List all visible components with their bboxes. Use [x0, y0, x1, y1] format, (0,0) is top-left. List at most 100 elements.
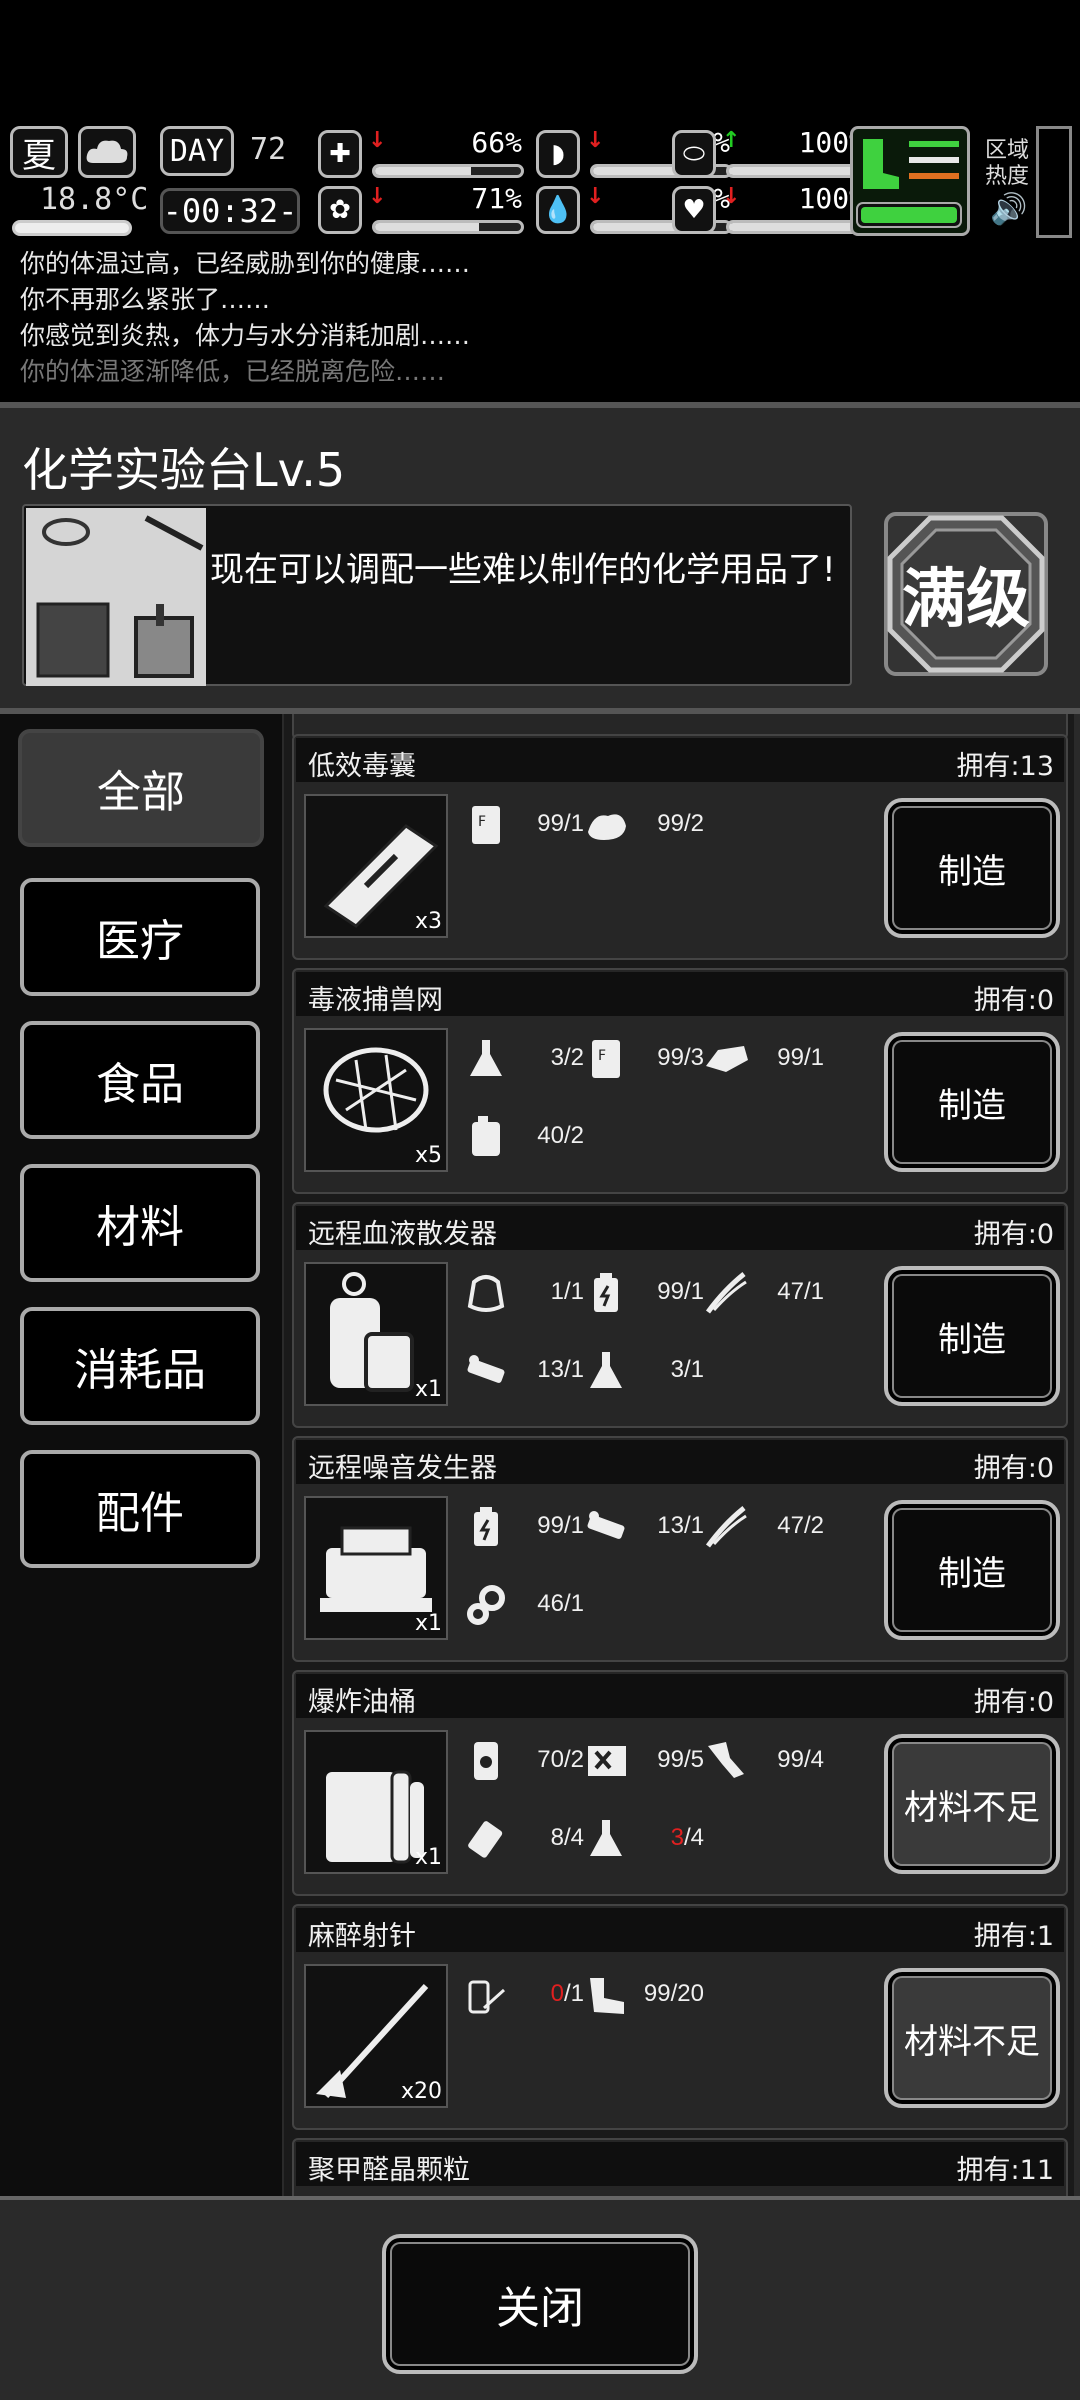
- day-label: DAY: [160, 126, 234, 176]
- yield-quantity: x3: [414, 909, 442, 934]
- flour-bag-icon: F: [464, 802, 508, 848]
- category-tab[interactable]: 配件: [20, 1449, 260, 1568]
- material-requirement: F 99/3: [584, 1034, 704, 1084]
- material-requirement: 0/1: [464, 1970, 584, 2020]
- glue-icon: [704, 1738, 748, 1784]
- pipe-icon: [584, 1972, 628, 2018]
- message-log: 你的体温过高，已经威胁到你的健康…… 你不再那么紧张了…… 你感觉到炎热，体力与…: [20, 246, 1060, 390]
- material-requirement: 3/1: [584, 1346, 704, 1396]
- material-count: 13/1: [537, 1356, 584, 1383]
- material-count: 47/2: [777, 1512, 824, 1539]
- material-count: 13/1: [657, 1512, 704, 1539]
- material-count: 47/1: [777, 1278, 824, 1305]
- wire-icon: [704, 1504, 748, 1550]
- recipe-header: 毒液捕兽网 拥有:0: [296, 972, 1064, 1016]
- heart-icon: ♥: [672, 186, 716, 234]
- material-count: 40/2: [537, 1122, 584, 1149]
- craft-button[interactable]: 材料不足: [884, 1734, 1060, 1874]
- material-count: 70/2: [537, 1746, 584, 1773]
- svg-text:F: F: [478, 814, 486, 830]
- material-requirement: 3/4: [584, 1814, 704, 1864]
- water-drop-icon: 💧: [536, 186, 580, 234]
- circuit-parts-icon: [584, 1504, 628, 1550]
- log-line: 你不再那么紧张了……: [20, 285, 271, 314]
- day-number: 72: [250, 132, 287, 167]
- recipe-list[interactable]: 低效毒囊 拥有:13 x3 F 99/1 99/2 制造 毒液捕兽网 拥有:0 x5 3/2 F 99/…: [284, 714, 1074, 2200]
- craft-button[interactable]: 制造: [884, 798, 1060, 938]
- craft-button[interactable]: 制造: [884, 1266, 1060, 1406]
- material-count: 99/20: [643, 1980, 704, 2007]
- category-tab[interactable]: 全部: [18, 729, 264, 848]
- rag-icon: [704, 1036, 748, 1082]
- category-tab[interactable]: 消耗品: [20, 1306, 260, 1425]
- material-count: 99/3: [657, 1044, 704, 1071]
- flour-bag-icon: F: [584, 1036, 628, 1082]
- stomach-icon: ◗: [536, 130, 580, 178]
- stat-bar: [372, 164, 524, 178]
- recipe-card: 远程噪音发生器 拥有:0 x1 99/1 13/1 47/2 46/1 制造: [292, 1436, 1068, 1662]
- recipe-header: 低效毒囊 拥有:13: [296, 738, 1064, 782]
- speaker-icon[interactable]: 🔊: [990, 192, 1027, 227]
- temperature-readout: 18.8°C: [40, 182, 149, 217]
- owned-count: 拥有:13: [956, 751, 1054, 782]
- oil-barrel-icon: [464, 1738, 508, 1784]
- recipe-card: 毒液捕兽网 拥有:0 x5 3/2 F 99/3 99/1 40/2 制造: [292, 968, 1068, 1194]
- recipe-header: 麻醉射针 拥有:1: [296, 1908, 1064, 1952]
- material-count: 8/4: [550, 1824, 584, 1851]
- trend-arrow: ↓: [722, 184, 741, 209]
- material-count: 3/1: [670, 1356, 704, 1383]
- material-requirement: 99/4: [704, 1736, 824, 1786]
- flask-icon: [464, 1036, 508, 1082]
- vital-stat: ♥ ↓ 100%: [672, 182, 872, 238]
- recipe-name: 聚甲醛晶颗粒: [308, 2155, 470, 2186]
- capsule-icon: ⬭: [672, 130, 716, 178]
- material-requirement: 47/1: [704, 1268, 824, 1318]
- cloud-icon: [78, 126, 136, 178]
- stat-bar-fill: [593, 167, 675, 175]
- material-count: 99/5: [657, 1746, 704, 1773]
- craft-button[interactable]: 制造: [884, 1500, 1060, 1640]
- material-requirement: 46/1: [464, 1580, 584, 1630]
- recipe-name: 麻醉射针: [308, 1921, 416, 1952]
- bottom-bar: 关闭: [0, 2196, 1080, 2400]
- battery-icon: [464, 1504, 508, 1550]
- jerrycan-icon: [464, 1114, 508, 1160]
- circuit-parts-icon: [464, 1348, 508, 1394]
- material-requirement: 99/20: [584, 1970, 704, 2020]
- recipe-name: 毒液捕兽网: [308, 985, 443, 1016]
- stamina-icon: [850, 126, 970, 236]
- crafting-panel: 化学实验台Lv.5 现在可以调配一些难以制作的化学用品了! 满级 全部 医疗 食品材…: [0, 402, 1080, 2400]
- material-count: 99/4: [777, 1746, 824, 1773]
- craft-button[interactable]: 制造: [884, 1032, 1060, 1172]
- material-requirement: 99/1: [704, 1034, 824, 1084]
- category-tab[interactable]: 医疗: [20, 878, 260, 997]
- material-requirement: 99/1: [584, 1268, 704, 1318]
- stat-bar: [726, 164, 868, 178]
- season-label: 夏: [22, 135, 56, 176]
- material-requirement: 47/2: [704, 1502, 824, 1552]
- material-requirement: 8/4: [464, 1814, 584, 1864]
- syringe-vial-icon: [464, 1972, 508, 2018]
- cloth-icon: [584, 802, 628, 848]
- thermometer-bar: [12, 220, 132, 236]
- trend-arrow: ↓: [586, 184, 605, 209]
- material-count: 3/2: [550, 1044, 584, 1071]
- category-tab[interactable]: 材料: [20, 1163, 260, 1282]
- gears-icon: [464, 1582, 508, 1628]
- material-count: 99/1: [537, 810, 584, 837]
- material-requirement: F 99/1: [464, 800, 584, 850]
- yield-quantity: x1: [414, 1845, 442, 1870]
- stat-value: 66%: [471, 126, 522, 159]
- craft-button[interactable]: 材料不足: [884, 1968, 1060, 2108]
- material-count: 99/2: [657, 810, 704, 837]
- trend-arrow: ↓: [368, 184, 387, 209]
- game-clock: -00:32-: [160, 188, 300, 234]
- category-tab[interactable]: 食品: [20, 1021, 260, 1140]
- material-requirement: 1/1: [464, 1268, 584, 1318]
- close-button[interactable]: 关闭: [382, 2234, 698, 2374]
- material-requirement: 13/1: [584, 1502, 704, 1552]
- pouch-icon: [464, 1270, 508, 1316]
- recipe-item-image: x1: [304, 1496, 448, 1640]
- owned-count: 拥有:0: [973, 985, 1054, 1016]
- stat-bar-fill: [729, 167, 865, 175]
